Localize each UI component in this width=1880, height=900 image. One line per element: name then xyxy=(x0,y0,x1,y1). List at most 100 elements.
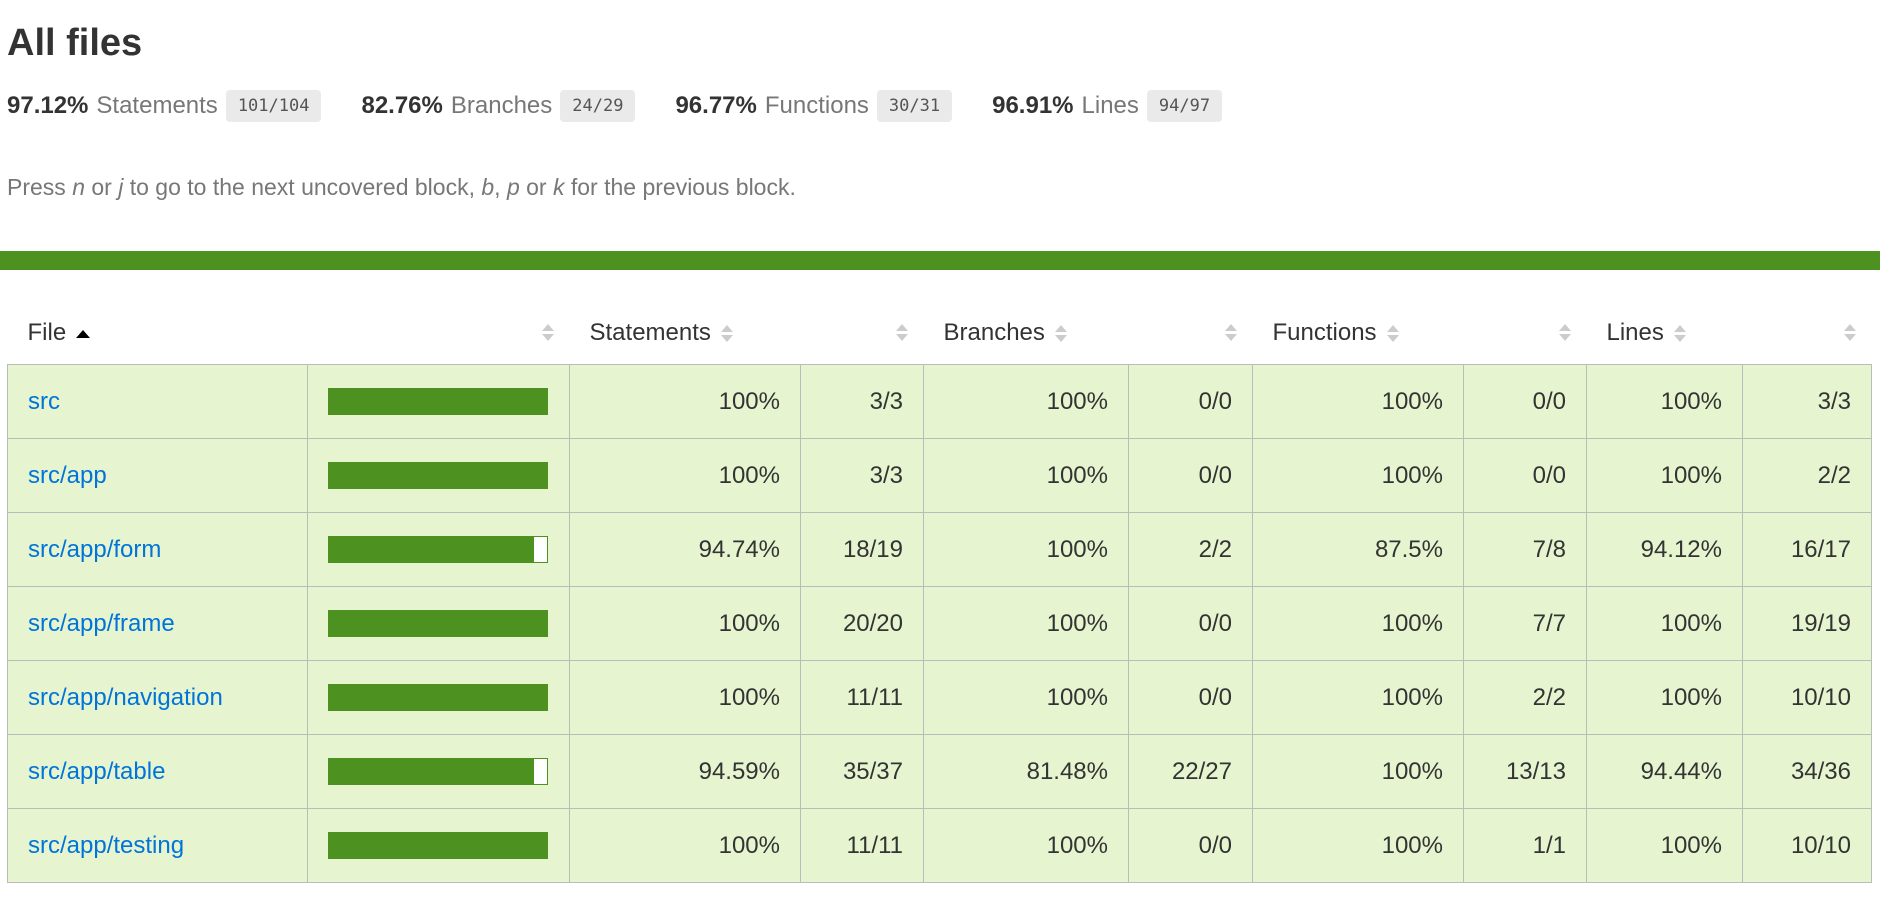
table-row: src/app/form 94.74% 18/19 100% 2/2 87.5% 7/8 94… xyxy=(7,512,1872,587)
coverage-bar xyxy=(328,832,548,859)
file-link[interactable]: src/app/testing xyxy=(28,832,184,859)
f-frac-cell: 1/1 xyxy=(1463,808,1587,883)
b-frac-cell: 0/0 xyxy=(1128,808,1253,883)
s-frac-cell: 11/11 xyxy=(800,808,924,883)
table-row: src/app/navigation 100% 11/11 100% 0/0 100% 2/… xyxy=(7,660,1872,735)
file-link[interactable]: src/app xyxy=(28,462,107,489)
file-link[interactable]: src/app/form xyxy=(28,536,161,563)
s-pct-cell: 100% xyxy=(569,438,801,513)
s-pct-cell: 100% xyxy=(569,586,801,661)
b-pct-cell: 100% xyxy=(923,364,1129,439)
summary-pct: 82.76% xyxy=(361,92,443,119)
hint-text: to go to the next uncovered block, xyxy=(129,174,475,200)
s-frac-cell: 18/19 xyxy=(800,512,924,587)
b-frac-cell: 0/0 xyxy=(1128,364,1253,439)
b-pct-cell: 100% xyxy=(923,512,1129,587)
coverage-bar xyxy=(328,536,548,563)
coverage-bar-cell xyxy=(307,734,570,809)
summary-lines: 96.91% Lines 94/97 xyxy=(992,90,1223,122)
header-statements-raw[interactable] xyxy=(801,302,924,365)
s-pct-cell: 100% xyxy=(569,364,801,439)
f-frac-cell: 0/0 xyxy=(1463,364,1587,439)
header-lines[interactable]: Lines xyxy=(1587,302,1743,365)
hint-text: , xyxy=(494,174,501,200)
l-frac-cell: 3/3 xyxy=(1742,364,1872,439)
hint-key: j xyxy=(118,174,124,200)
file-link[interactable]: src/app/table xyxy=(28,758,165,785)
summary-fraction: 30/31 xyxy=(876,90,953,122)
summary-pct: 97.12% xyxy=(7,92,89,119)
coverage-bar xyxy=(328,462,548,489)
hint-key: p xyxy=(506,174,520,200)
f-frac-cell: 7/7 xyxy=(1463,586,1587,661)
header-label: Branches xyxy=(943,319,1045,346)
coverage-bar-cell xyxy=(307,364,570,439)
l-pct-cell: 94.44% xyxy=(1586,734,1743,809)
f-frac-cell: 2/2 xyxy=(1463,660,1587,735)
l-frac-cell: 16/17 xyxy=(1742,512,1872,587)
summary-label: Lines xyxy=(1081,92,1139,119)
sort-ascending-icon xyxy=(76,329,91,338)
table-row: src/app/testing 100% 11/11 100% 0/0 100% 1/1 10… xyxy=(7,808,1872,883)
f-pct-cell: 100% xyxy=(1252,438,1464,513)
header-branches[interactable]: Branches xyxy=(924,302,1129,365)
s-pct-cell: 94.59% xyxy=(569,734,801,809)
file-link[interactable]: src/app/navigation xyxy=(28,684,223,711)
coverage-bar-fill xyxy=(329,685,547,710)
f-pct-cell: 100% xyxy=(1252,808,1464,883)
page-title: All files xyxy=(7,22,143,64)
sort-icon xyxy=(541,323,554,343)
b-frac-cell: 0/0 xyxy=(1128,660,1253,735)
sort-icon xyxy=(1673,324,1686,344)
header-lines-raw[interactable] xyxy=(1743,302,1872,365)
summary-label: Statements xyxy=(96,92,218,119)
f-pct-cell: 100% xyxy=(1252,734,1464,809)
header-functions[interactable]: Functions xyxy=(1253,302,1464,365)
header-label: Statements xyxy=(589,319,711,346)
coverage-bar-fill xyxy=(329,389,547,414)
coverage-bar-fill xyxy=(329,833,547,858)
l-frac-cell: 10/10 xyxy=(1742,808,1872,883)
file-cell: src/app/testing xyxy=(7,808,308,883)
f-pct-cell: 87.5% xyxy=(1252,512,1464,587)
header-statements[interactable]: Statements xyxy=(570,302,801,365)
s-frac-cell: 3/3 xyxy=(800,438,924,513)
coverage-bar xyxy=(328,758,548,785)
file-cell: src/app/form xyxy=(7,512,308,587)
hint-key: k xyxy=(552,174,565,200)
summary-pct: 96.77% xyxy=(675,92,757,119)
sort-icon xyxy=(1054,324,1067,344)
table-row: src/app 100% 3/3 100% 0/0 100% 0/0 100% 2/2 xyxy=(7,438,1872,513)
coverage-bar-cell xyxy=(307,808,570,883)
hint-key: n xyxy=(72,174,85,200)
summary-label: Branches xyxy=(450,92,553,119)
sort-icon xyxy=(1224,323,1237,343)
header-file-bar[interactable] xyxy=(308,302,570,365)
b-frac-cell: 22/27 xyxy=(1128,734,1253,809)
b-pct-cell: 81.48% xyxy=(923,734,1129,809)
l-pct-cell: 100% xyxy=(1586,364,1743,439)
sort-icon xyxy=(1386,324,1399,344)
s-frac-cell: 35/37 xyxy=(800,734,924,809)
l-pct-cell: 100% xyxy=(1586,808,1743,883)
file-cell: src/app/frame xyxy=(7,586,308,661)
sort-icon xyxy=(720,324,733,344)
summary-branches: 82.76% Branches 24/29 xyxy=(361,90,636,122)
header-branches-raw[interactable] xyxy=(1129,302,1253,365)
s-pct-cell: 100% xyxy=(569,808,801,883)
hint-key: b xyxy=(481,174,495,200)
l-frac-cell: 19/19 xyxy=(1742,586,1872,661)
header-functions-raw[interactable] xyxy=(1464,302,1587,365)
header-file[interactable]: File xyxy=(8,302,308,365)
table-row: src 100% 3/3 100% 0/0 100% 0/0 100% 3/3 xyxy=(7,364,1872,439)
f-frac-cell: 13/13 xyxy=(1463,734,1587,809)
coverage-bar-fill xyxy=(329,537,534,562)
f-frac-cell: 7/8 xyxy=(1463,512,1587,587)
coverage-status-bar xyxy=(0,251,1880,270)
l-pct-cell: 100% xyxy=(1586,586,1743,661)
b-frac-cell: 0/0 xyxy=(1128,438,1253,513)
file-cell: src/app xyxy=(7,438,308,513)
file-link[interactable]: src/app/frame xyxy=(28,610,175,637)
file-link[interactable]: src xyxy=(28,388,60,415)
f-pct-cell: 100% xyxy=(1252,364,1464,439)
